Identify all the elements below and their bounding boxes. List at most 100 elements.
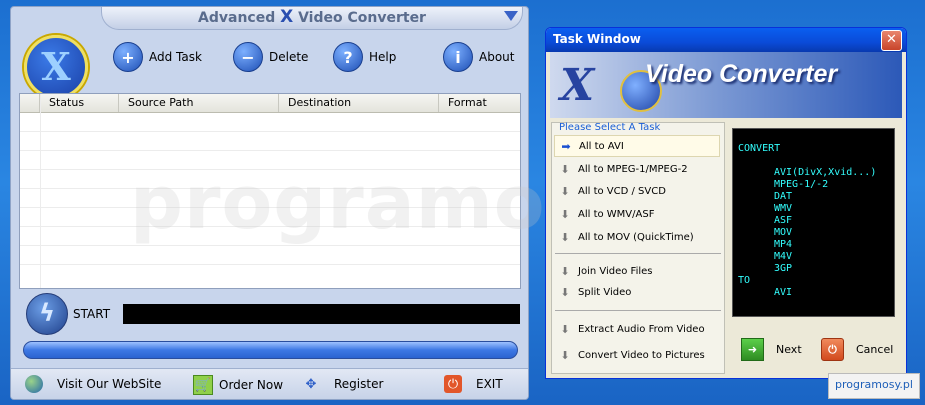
task-item-all-to-avi[interactable]: ➡ All to AVI bbox=[554, 135, 720, 157]
start-icon[interactable]: ϟ bbox=[26, 293, 68, 335]
row-line bbox=[20, 150, 520, 151]
bottom-bar: Visit Our WebSite 🛒 Order Now ✥ Register… bbox=[11, 368, 528, 399]
minus-icon: − bbox=[233, 42, 263, 72]
power-icon: ⏻ bbox=[444, 375, 462, 393]
register-icon: ✥ bbox=[305, 376, 317, 392]
status-display bbox=[123, 304, 520, 324]
arrow-down-icon: ⬇ bbox=[560, 322, 570, 336]
arrow-down-icon: ⬇ bbox=[560, 184, 570, 198]
row-line bbox=[20, 264, 520, 265]
main-title: Advanced X Video Converter bbox=[101, 7, 523, 30]
delete-button[interactable]: − Delete bbox=[233, 42, 308, 72]
register-button[interactable]: ✥ Register bbox=[302, 375, 384, 393]
row-line bbox=[20, 131, 520, 132]
column-header[interactable]: Format bbox=[439, 94, 520, 112]
next-button[interactable]: ➜ Next bbox=[741, 338, 802, 361]
column-header[interactable]: Status bbox=[40, 94, 119, 112]
row-marker-divider bbox=[40, 94, 41, 288]
arrow-down-icon: ⬇ bbox=[560, 348, 570, 362]
console-format: ASF bbox=[774, 215, 793, 226]
task-titlebar: Task Window ✕ bbox=[546, 28, 906, 52]
task-item-label: All to VCD / SVCD bbox=[578, 185, 666, 197]
task-item-label: Convert Video to Pictures bbox=[578, 349, 705, 361]
cancel-label: Cancel bbox=[856, 343, 894, 356]
question-icon: ? bbox=[333, 42, 363, 72]
console-format: DAT bbox=[774, 191, 793, 202]
globe-icon bbox=[25, 375, 43, 393]
table-header: Status Source Path Destination Format bbox=[20, 94, 520, 113]
power-icon: ⏻ bbox=[821, 338, 844, 361]
separator bbox=[555, 253, 721, 254]
task-item-mpeg[interactable]: ⬇ All to MPEG-1/MPEG-2 bbox=[554, 159, 718, 179]
close-icon[interactable]: ✕ bbox=[881, 30, 902, 51]
task-list-header: Please Select A Task bbox=[559, 122, 661, 133]
brand-badge[interactable]: programosy.pl bbox=[828, 373, 920, 399]
task-item-join[interactable]: ⬇ Join Video Files bbox=[554, 261, 718, 281]
title-prefix: Advanced bbox=[198, 10, 281, 26]
console-format: WMV bbox=[774, 203, 793, 214]
plus-icon: + bbox=[113, 42, 143, 72]
banner: X Video Converter bbox=[550, 52, 902, 118]
add-task-label: Add Task bbox=[149, 50, 202, 64]
task-item-extract-audio[interactable]: ⬇ Extract Audio From Video bbox=[554, 319, 718, 339]
console-format: MPEG-1/-2 bbox=[774, 179, 829, 190]
progress-bar bbox=[23, 341, 518, 359]
arrow-right-icon: ➡ bbox=[561, 139, 571, 153]
arrow-right-icon: ➜ bbox=[741, 338, 764, 361]
delete-label: Delete bbox=[269, 50, 309, 64]
separator bbox=[555, 310, 721, 311]
task-window: Task Window ✕ X Video Converter Please S… bbox=[545, 27, 907, 379]
task-item-split[interactable]: ⬇ Split Video bbox=[554, 282, 718, 302]
console-format: 3GP bbox=[774, 263, 793, 274]
visit-label: Visit Our WebSite bbox=[57, 377, 162, 391]
task-item-vcd[interactable]: ⬇ All to VCD / SVCD bbox=[554, 181, 718, 201]
task-item-mov[interactable]: ⬇ All to MOV (QuickTime) bbox=[554, 227, 718, 247]
cart-icon: 🛒 bbox=[193, 375, 213, 395]
cancel-button[interactable]: ⏻ Cancel bbox=[821, 338, 893, 361]
exit-button[interactable]: ⏻ EXIT bbox=[444, 375, 503, 393]
task-item-label: All to MOV (QuickTime) bbox=[578, 231, 694, 243]
task-window-title: Task Window bbox=[553, 32, 641, 46]
task-item-wmv[interactable]: ⬇ All to WMV/ASF bbox=[554, 204, 718, 224]
arrow-down-icon: ⬇ bbox=[560, 162, 570, 176]
console-format: AVI(DivX,Xvid...) bbox=[774, 167, 877, 178]
visit-website-button[interactable]: Visit Our WebSite bbox=[25, 375, 161, 393]
order-label: Order Now bbox=[219, 378, 284, 392]
arrow-down-icon: ⬇ bbox=[560, 285, 570, 299]
task-item-label: Split Video bbox=[578, 286, 632, 298]
task-item-label: All to MPEG-1/MPEG-2 bbox=[578, 163, 688, 175]
console-format: MP4 bbox=[774, 239, 793, 250]
start-label[interactable]: START bbox=[73, 307, 110, 321]
add-task-button[interactable]: + Add Task bbox=[113, 42, 202, 72]
lightning-icon: ϟ bbox=[39, 299, 55, 327]
column-header[interactable]: Destination bbox=[279, 94, 439, 112]
logo-letter: X bbox=[41, 44, 71, 89]
title-x: X bbox=[280, 7, 294, 27]
console-to: TO bbox=[738, 275, 751, 286]
arrow-down-icon: ⬇ bbox=[560, 230, 570, 244]
start-text: START bbox=[73, 307, 111, 321]
help-button[interactable]: ? Help bbox=[333, 42, 396, 72]
task-item-label: Extract Audio From Video bbox=[578, 323, 705, 335]
header-blank bbox=[20, 94, 40, 112]
task-description-console: CONVERT AVI(DivX,Xvid...) MPEG-1/-2 DAT … bbox=[732, 128, 895, 317]
banner-x-logo: X bbox=[560, 60, 595, 111]
banner-title: Video Converter bbox=[645, 60, 838, 88]
app-logo-icon: X bbox=[24, 35, 88, 99]
register-label: Register bbox=[334, 377, 384, 391]
task-item-to-pictures[interactable]: ⬇ Convert Video to Pictures bbox=[554, 345, 718, 365]
about-button[interactable]: i About bbox=[443, 42, 514, 72]
console-format: M4V bbox=[774, 251, 793, 262]
menu-dropdown-icon[interactable] bbox=[504, 11, 518, 21]
order-now-button[interactable]: 🛒 Order Now bbox=[193, 375, 283, 395]
arrow-down-icon: ⬇ bbox=[560, 207, 570, 221]
task-item-label: Join Video Files bbox=[578, 265, 653, 277]
column-header[interactable]: Source Path bbox=[119, 94, 279, 112]
help-label: Help bbox=[369, 50, 397, 64]
info-icon: i bbox=[443, 42, 473, 72]
about-label: About bbox=[479, 50, 515, 64]
arrow-down-icon: ⬇ bbox=[560, 264, 570, 278]
exit-label: EXIT bbox=[476, 377, 503, 391]
task-item-label: All to WMV/ASF bbox=[578, 208, 655, 220]
title-suffix: Video Converter bbox=[293, 10, 426, 26]
